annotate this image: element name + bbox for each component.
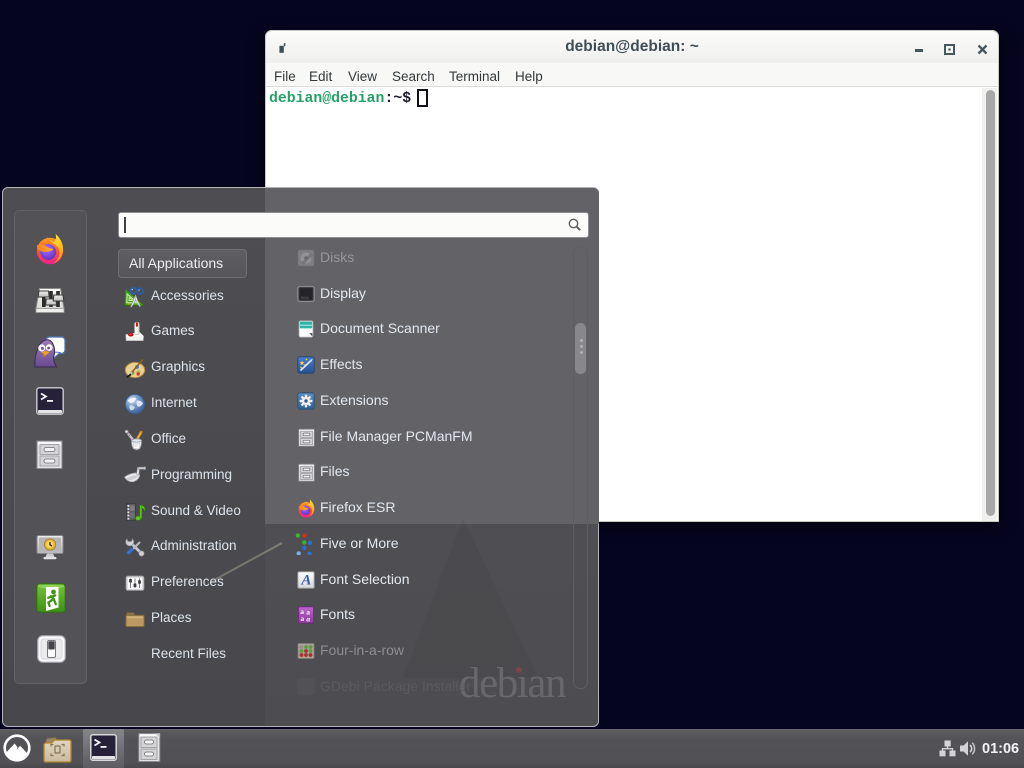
- svg-text:a: a: [300, 614, 304, 623]
- svg-text:A: A: [300, 572, 311, 588]
- svg-text:a: a: [306, 615, 310, 624]
